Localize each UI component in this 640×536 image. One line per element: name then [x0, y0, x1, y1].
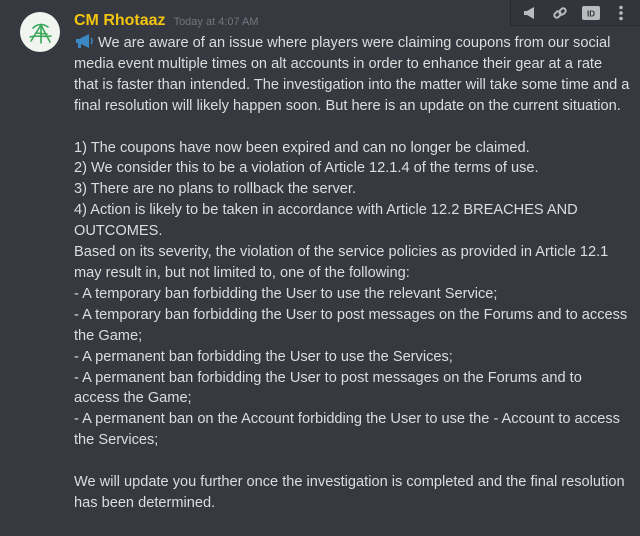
- message-content: We are aware of an issue where players w…: [74, 33, 630, 514]
- message-text: We are aware of an issue where players w…: [74, 35, 630, 511]
- avatar[interactable]: [20, 12, 60, 52]
- avatar-logo-icon: [29, 23, 52, 44]
- username[interactable]: CM Rhotaaz: [74, 12, 166, 30]
- message-header: CM Rhotaaz Today at 4:07 AM: [74, 12, 630, 34]
- timestamp: Today at 4:07 AM: [173, 16, 259, 28]
- loudspeaker-emoji-icon: [76, 34, 93, 48]
- chat-message: CM Rhotaaz Today at 4:07 AM We are aware…: [74, 12, 630, 514]
